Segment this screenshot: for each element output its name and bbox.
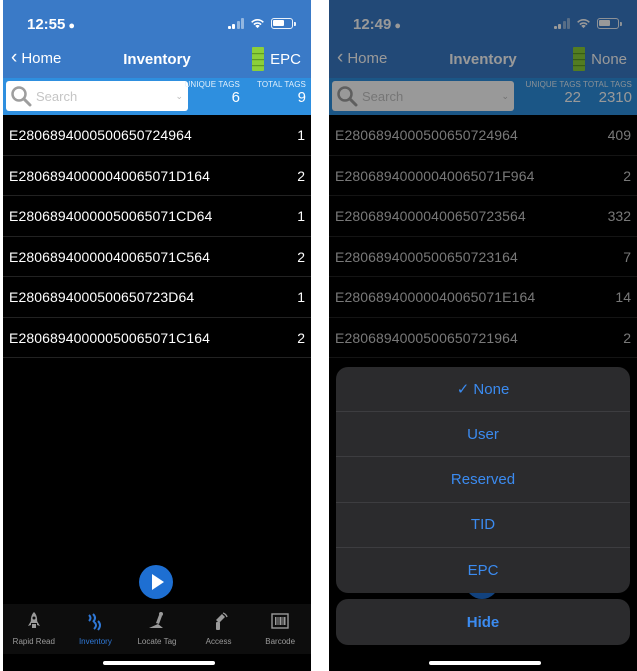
tag-epc: E2806894000500650724964 <box>9 127 192 143</box>
tag-count: 1 <box>297 208 305 224</box>
total-tags-value: 9 <box>297 89 306 106</box>
tag-count: 2 <box>297 248 305 265</box>
home-indicator[interactable] <box>103 661 215 665</box>
tag-epc: E28068940000050065071CD64 <box>9 208 213 224</box>
chevron-left-icon: ‹ <box>11 47 18 68</box>
tag-epc: E28068940000050065071C164 <box>9 329 211 346</box>
home-indicator[interactable] <box>429 661 541 665</box>
inventory-screen-left: 12:55● ‹Home Inventory EPC ⌄ UNIQUE TAGS… <box>3 0 311 671</box>
rfid-waves-icon <box>88 613 102 631</box>
barcode-icon <box>271 613 289 629</box>
tab-label: Rapid Read <box>12 637 55 646</box>
tab-rapid-read[interactable]: Rapid Read <box>3 604 65 654</box>
access-scanner-icon <box>215 612 228 630</box>
tab-bar: Rapid Read Inventory Locate Tag Access B… <box>3 604 311 654</box>
tab-inventory[interactable]: Inventory <box>65 604 127 654</box>
option-none[interactable]: ✓ None <box>336 367 630 413</box>
memory-bank-action-sheet: ✓ None User Reserved TID EPC <box>336 367 630 593</box>
memory-bank-selector[interactable]: EPC <box>251 46 301 72</box>
search-icon <box>11 86 32 107</box>
tag-row[interactable]: E2806894000500650723D64 1 <box>3 277 311 318</box>
unique-tags-stat: UNIQUE TAGS 6 <box>182 80 240 106</box>
rocket-icon <box>27 612 40 628</box>
tab-locate-tag[interactable]: Locate Tag <box>126 604 188 654</box>
back-button[interactable]: ‹ Home <box>11 47 62 68</box>
memory-bank-label: EPC <box>270 50 301 68</box>
hide-button[interactable]: Hide <box>336 599 630 645</box>
tag-count: 1 <box>297 127 305 143</box>
search-stats-row: ⌄ UNIQUE TAGS 6 TOTAL TAGS 9 <box>3 78 311 115</box>
tag-epc: E2806894000500650723D64 <box>9 289 195 305</box>
tag-count: 2 <box>297 167 305 184</box>
option-reserved[interactable]: Reserved <box>336 457 630 503</box>
tag-count: 2 <box>297 329 305 346</box>
tag-epc: E28068940000040065071D164 <box>9 167 211 184</box>
option-tid[interactable]: TID <box>336 503 630 548</box>
memory-bank-icon <box>252 47 265 71</box>
tab-label: Inventory <box>78 637 112 646</box>
tag-list: E2806894000500650724964 1 E28068940000040… <box>3 115 311 358</box>
tab-label: Locate Tag <box>137 637 177 646</box>
tab-label: Barcode <box>265 637 296 646</box>
tab-access[interactable]: Access <box>188 604 250 654</box>
search-box[interactable]: ⌄ <box>6 81 188 111</box>
wifi-icon <box>251 19 264 29</box>
locate-icon <box>148 612 163 628</box>
status-icons <box>227 17 296 29</box>
unique-tags-label: UNIQUE TAGS <box>184 80 240 89</box>
tag-row[interactable]: E28068940000050065071CD64 1 <box>3 196 311 237</box>
unique-tags-value: 6 <box>231 89 240 106</box>
clock: 12:55 <box>27 16 66 33</box>
option-epc[interactable]: EPC <box>336 548 630 593</box>
status-bar: 12:55 ● <box>3 0 311 40</box>
back-label: Home <box>21 50 62 67</box>
tag-count: 1 <box>297 289 305 305</box>
tab-barcode[interactable]: Barcode <box>249 604 311 654</box>
signal-icon <box>227 18 244 29</box>
total-tags-stat: TOTAL TAGS 9 <box>248 80 306 106</box>
play-icon <box>152 574 164 590</box>
nav-bar: ‹ Home Inventory EPC <box>3 40 311 78</box>
start-inventory-button[interactable] <box>139 565 173 599</box>
tag-row[interactable]: E28068940000040065071D164 2 <box>3 156 311 196</box>
search-input[interactable] <box>36 86 176 106</box>
total-tags-label: TOTAL TAGS <box>256 80 306 89</box>
status-time: 12:55 ● <box>27 16 75 33</box>
tag-epc: E28068940000040065071C564 <box>9 248 211 265</box>
inventory-screen-right: 12:49● ‹Home Inventory None ⌄ UNIQUE TAG… <box>329 0 637 671</box>
tag-row[interactable]: E2806894000500650724964 1 <box>3 115 311 156</box>
option-user[interactable]: User <box>336 412 630 458</box>
battery-icon <box>271 18 296 29</box>
tab-label: Access <box>205 637 232 646</box>
tag-row[interactable]: E28068940000040065071C564 2 <box>3 237 311 277</box>
tag-row[interactable]: E28068940000050065071C164 2 <box>3 318 311 358</box>
person-icon: ● <box>68 20 76 32</box>
